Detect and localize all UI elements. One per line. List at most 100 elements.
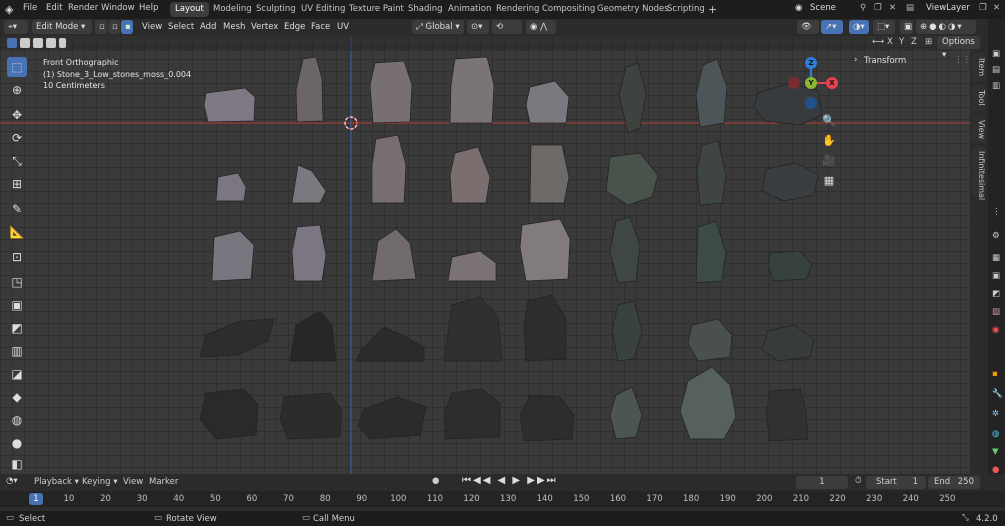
mirror-z-toggle[interactable]: Z: [911, 37, 917, 47]
tab-sculpting[interactable]: Sculpting: [251, 2, 301, 17]
header-menu-view[interactable]: View: [142, 21, 162, 34]
pan-hand-icon[interactable]: ✋: [820, 132, 838, 150]
mesh-data-icon[interactable]: ▼: [992, 447, 999, 457]
perspective-grid-icon[interactable]: ▦: [820, 172, 838, 190]
drag-handle-icon[interactable]: ⋮⋮: [954, 55, 970, 65]
select-new-icon[interactable]: [7, 38, 17, 48]
header-menu-vertex[interactable]: Vertex: [251, 21, 278, 34]
delete-view-layer-icon[interactable]: ✕: [993, 3, 1000, 13]
physics-icon[interactable]: ◍: [992, 429, 999, 439]
tab-animation[interactable]: Animation: [443, 2, 496, 17]
view-layer-name[interactable]: ViewLayer: [926, 3, 970, 13]
auto-key-icon[interactable]: ●: [432, 476, 439, 486]
menu-help[interactable]: Help: [139, 3, 158, 13]
gizmo-y-icon[interactable]: Y: [805, 77, 817, 89]
smooth-tool-icon[interactable]: ●: [7, 433, 27, 453]
header-menu-mesh[interactable]: Mesh: [223, 21, 245, 34]
timeline-ruler[interactable]: 1 10 20 30 40 50 60 70 80 90 100 110 120 130 140 150 160…: [0, 491, 1005, 511]
shading-mode-buttons[interactable]: ⊕●◐◑▾: [916, 20, 976, 34]
move-tool-icon[interactable]: ✥: [7, 105, 27, 125]
shear-tool-icon[interactable]: ◧: [7, 454, 27, 474]
camera-view-icon[interactable]: 🎥: [820, 152, 838, 170]
tab-layout[interactable]: Layout: [170, 2, 209, 17]
timeline-menu-playback[interactable]: Playback ▾: [34, 477, 79, 487]
orientation-dropdown[interactable]: ⤢ Global ▾: [412, 20, 464, 34]
selection-mode-buttons[interactable]: [5, 37, 67, 49]
rotate-tool-icon[interactable]: ⟳: [7, 128, 27, 148]
gizmo-x-icon[interactable]: X: [826, 77, 838, 89]
menu-window[interactable]: Window: [101, 3, 135, 13]
menu-edit[interactable]: Edit: [46, 3, 62, 13]
add-workspace-button[interactable]: +: [703, 2, 722, 17]
new-scene-icon[interactable]: ❐: [874, 3, 882, 13]
tool-props-icon[interactable]: ⋮: [992, 207, 1001, 217]
scene-props-icon[interactable]: ▦: [992, 253, 1000, 263]
annotate-tool-icon[interactable]: ✎: [7, 199, 27, 219]
view-layer-props-icon[interactable]: ▥: [992, 81, 1000, 91]
select-box-tool-icon[interactable]: ⬚: [7, 57, 27, 77]
tab-modeling[interactable]: Modeling: [208, 2, 257, 17]
timeline-menu-marker[interactable]: Marker: [149, 477, 178, 487]
pin-icon[interactable]: ⚲: [860, 3, 866, 13]
particles-icon[interactable]: ✲: [992, 409, 999, 419]
transform-panel-header[interactable]: › Transform ⋮⋮: [848, 53, 970, 69]
tab-texture-paint[interactable]: Texture Paint: [344, 2, 409, 17]
extrude-tool-icon[interactable]: ◳: [7, 272, 27, 292]
add-cube-tool-icon[interactable]: ⊡: [7, 247, 27, 267]
header-menu-add[interactable]: Add: [200, 21, 216, 34]
blender-logo-icon[interactable]: ◈: [5, 3, 13, 16]
menu-file[interactable]: File: [23, 3, 37, 13]
cursor-tool-icon[interactable]: ⊕: [7, 80, 27, 100]
header-menu-select[interactable]: Select: [168, 21, 194, 34]
visibility-dropdown[interactable]: 👁▾: [797, 20, 819, 46]
select-intersect-icon[interactable]: [59, 38, 66, 48]
snap-toggle[interactable]: ⟲ ⋮▾: [492, 20, 522, 46]
zoom-icon[interactable]: 🔍: [820, 112, 838, 130]
delete-scene-icon[interactable]: ✕: [889, 3, 896, 13]
physics-props-icon[interactable]: ⚙: [992, 231, 1000, 241]
proportional-edit-toggle[interactable]: ◉ ⋀: [526, 20, 556, 34]
overlay-toggle[interactable]: ◑▾: [849, 20, 869, 34]
start-frame-field[interactable]: Start 1: [866, 476, 926, 489]
face-select-button[interactable]: ▪: [121, 20, 133, 34]
gizmo-neg-z-icon[interactable]: [805, 97, 817, 109]
vertex-select-button[interactable]: ▫: [95, 20, 107, 34]
3d-viewport[interactable]: Front Orthographic (1) Stone_3_Low_stone…: [0, 35, 970, 474]
tab-compositing[interactable]: Compositing: [537, 2, 600, 17]
tab-tool[interactable]: Tool: [972, 85, 986, 111]
gizmo-neg-x-icon[interactable]: [788, 77, 800, 89]
tab-infinitesimal[interactable]: Infinitesimal: [972, 147, 986, 200]
end-frame-field[interactable]: End 250: [928, 476, 980, 489]
mode-dropdown[interactable]: Edit Mode ▾: [32, 20, 92, 34]
knife-tool-icon[interactable]: ◪: [7, 364, 27, 384]
inset-tool-icon[interactable]: ▣: [7, 295, 27, 315]
transform-tool-icon[interactable]: ⊞: [7, 174, 27, 194]
world-props-icon[interactable]: ▣: [992, 271, 1000, 281]
mesh-edit-overlay[interactable]: ⬚▾: [873, 20, 895, 34]
measure-tool-icon[interactable]: 📐: [7, 222, 27, 242]
scale-tool-icon[interactable]: ⤡: [7, 151, 27, 171]
mirror-y-toggle[interactable]: Y: [899, 37, 904, 47]
editor-type-button[interactable]: ⌖▾: [4, 20, 28, 34]
new-view-layer-icon[interactable]: ❐: [979, 3, 987, 13]
loop-cut-tool-icon[interactable]: ▥: [7, 341, 27, 361]
edge-select-button[interactable]: ▫: [108, 20, 120, 34]
tab-shading[interactable]: Shading: [403, 2, 448, 17]
bevel-tool-icon[interactable]: ◩: [7, 318, 27, 338]
select-invert-icon[interactable]: [46, 38, 56, 48]
playback-controls[interactable]: ⏮◀◀ ◀ ▶ ▶▶⏭: [462, 475, 558, 486]
xray-toggle[interactable]: ▣: [900, 20, 913, 34]
render-props-icon[interactable]: ▣: [992, 49, 1000, 59]
tab-item[interactable]: Item: [972, 53, 986, 81]
object-props-icon[interactable]: ▧: [992, 307, 1000, 317]
options-dropdown[interactable]: Options ▾: [937, 36, 980, 60]
gizmo-z-icon[interactable]: Z: [805, 57, 817, 69]
timeline-menu-view[interactable]: View: [123, 477, 143, 487]
scene-name[interactable]: Scene: [810, 3, 836, 13]
menu-render[interactable]: Render: [68, 3, 98, 13]
poly-build-tool-icon[interactable]: ◆: [7, 387, 27, 407]
header-menu-edge[interactable]: Edge: [284, 21, 305, 34]
pivot-dropdown[interactable]: ⊙▾: [467, 20, 489, 34]
collection-props-icon[interactable]: ◩: [992, 289, 1000, 299]
tab-view[interactable]: View: [972, 115, 986, 143]
